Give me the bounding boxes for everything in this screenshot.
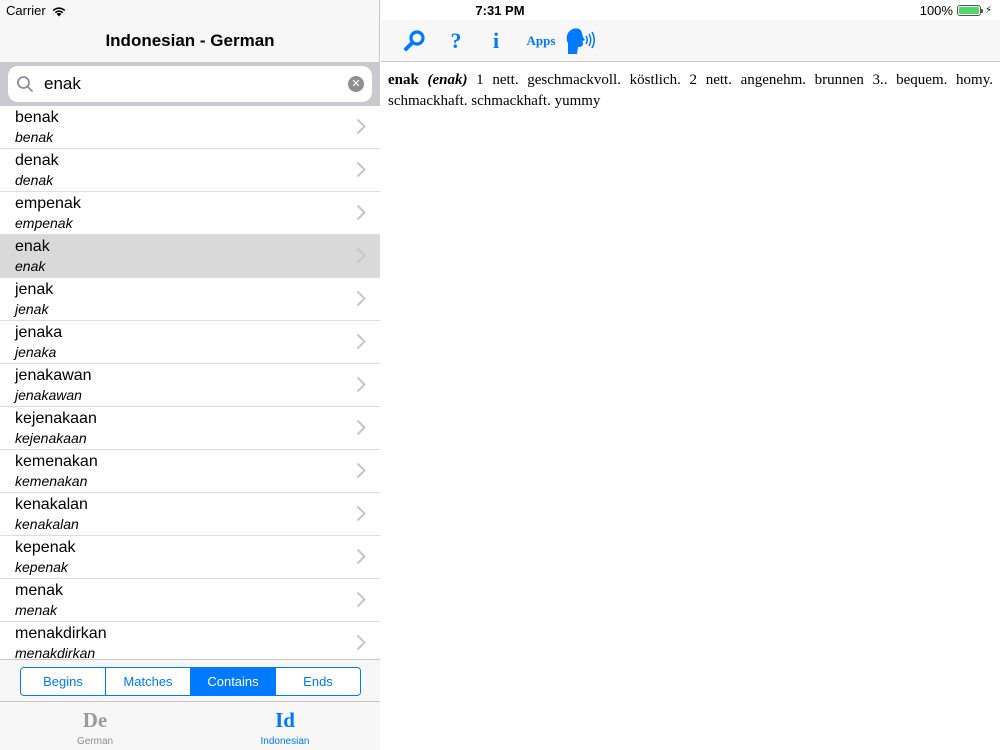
definition-text: enak (enak) 1 nett. geschmackvoll. köstl… (388, 70, 993, 112)
result-term: menak (15, 582, 64, 599)
definition-pronunciation: (enak) (427, 72, 468, 88)
result-subtitle: kejenakaan (15, 430, 87, 446)
result-row[interactable]: menakdirkan menakdirkan (0, 622, 380, 659)
segment-matches[interactable]: Matches (106, 668, 191, 695)
result-subtitle: kemenakan (15, 473, 88, 489)
definition-body: 1 nett. geschmackvoll. köstlich. 2 nett.… (388, 72, 993, 109)
segment-contains[interactable]: Contains (191, 668, 276, 695)
segment-ends[interactable]: Ends (276, 668, 360, 695)
status-bar: Carrier 7:31 PM 100% ⚡ (0, 0, 1000, 20)
result-row[interactable]: menak menak (0, 579, 380, 622)
result-term: jenaka (15, 324, 63, 341)
tab-indonesian[interactable]: Id Indonesian (190, 702, 380, 750)
search-bar: ✕ (0, 62, 380, 106)
result-subtitle: menak (15, 602, 58, 618)
detail-pane: ? i Apps enak (enak) 1 nett. geschmackvo… (381, 0, 1000, 750)
clear-search-icon[interactable]: ✕ (348, 76, 364, 92)
result-term: empenak (15, 195, 81, 212)
result-row[interactable]: empenak empenak (0, 192, 380, 235)
chevron-right-icon (356, 505, 366, 522)
result-subtitle: menakdirkan (15, 645, 96, 659)
result-term: jenak (15, 281, 54, 298)
search-icon (404, 30, 425, 51)
chevron-right-icon (356, 591, 366, 608)
tab-label: Indonesian (260, 736, 310, 747)
battery-percent: 100% (919, 3, 953, 18)
status-time: 7:31 PM (475, 3, 525, 18)
search-button[interactable] (401, 20, 429, 62)
tab-indonesian-icon: Id (275, 708, 295, 732)
sidebar: Indonesian - German ✕ benakbenakdenakden… (0, 0, 380, 750)
chevron-right-icon (356, 376, 366, 393)
result-row[interactable]: kemenakan kemenakan (0, 450, 380, 493)
result-row[interactable]: kenakalan kenakalan (0, 493, 380, 536)
result-term: kepenak (15, 539, 76, 556)
tab-german[interactable]: De German (0, 702, 190, 750)
result-row[interactable]: benak benak (0, 106, 380, 149)
apps-button[interactable]: Apps (521, 20, 561, 62)
chevron-right-icon (356, 118, 366, 135)
charging-icon: ⚡ (984, 5, 992, 16)
result-row[interactable]: enak enak (0, 235, 380, 278)
sidebar-title: Indonesian - German (105, 31, 275, 50)
result-term: benak (15, 109, 59, 126)
result-subtitle: jenaka (15, 344, 57, 360)
chevron-right-icon (356, 161, 366, 178)
chevron-right-icon (356, 333, 366, 350)
chevron-right-icon (356, 290, 366, 307)
battery-icon (956, 5, 983, 16)
language-tab-bar: De German Id Indonesian (0, 701, 380, 750)
result-row[interactable]: kepenak kepenak (0, 536, 380, 579)
definition-headword: enak (388, 72, 419, 88)
speak-button[interactable] (563, 20, 597, 62)
result-subtitle: kenakalan (15, 516, 79, 532)
result-term: jenakawan (15, 367, 92, 384)
search-icon (17, 76, 33, 92)
chevron-right-icon (356, 548, 366, 565)
battery-fill (958, 7, 979, 14)
search-box[interactable]: ✕ (8, 66, 372, 102)
result-subtitle: empenak (15, 215, 73, 231)
chevron-right-icon (356, 634, 366, 651)
search-input[interactable] (42, 73, 348, 95)
result-term: kemenakan (15, 453, 98, 470)
chevron-right-icon (356, 419, 366, 436)
result-subtitle: enak (15, 258, 46, 274)
info-button[interactable]: i (487, 20, 505, 62)
result-term: kejenakaan (15, 410, 97, 427)
tab-label: German (76, 736, 114, 747)
speak-icon (566, 28, 595, 54)
chevron-right-icon (356, 204, 366, 221)
segment-begins[interactable]: Begins (21, 668, 106, 695)
result-term: enak (15, 238, 50, 255)
chevron-right-icon (356, 247, 366, 264)
detail-toolbar: ? i Apps (381, 20, 1000, 62)
result-row[interactable]: jenak jenak (0, 278, 380, 321)
result-term: menakdirkan (15, 625, 107, 642)
result-subtitle: jenak (15, 301, 49, 317)
search-mode-bar: Begins Matches Contains Ends (0, 659, 380, 701)
result-row[interactable]: jenakawan jenakawan (0, 364, 380, 407)
result-term: denak (15, 152, 59, 169)
result-term: kenakalan (15, 496, 88, 513)
tab-german-icon: De (82, 708, 108, 732)
help-button[interactable]: ? (445, 20, 467, 62)
result-row[interactable]: denak denak (0, 149, 380, 192)
status-right: 100% ⚡ (920, 3, 992, 18)
result-subtitle: jenakawan (15, 387, 82, 403)
result-subtitle: kepenak (15, 559, 68, 575)
result-subtitle: benak (15, 129, 54, 145)
results-list: benak benak denak denak empenak empenak enak en… (0, 106, 380, 659)
result-row[interactable]: jenaka jenaka (0, 321, 380, 364)
chevron-right-icon (356, 462, 366, 479)
result-subtitle: denak (15, 172, 54, 188)
search-mode-control: Begins Matches Contains Ends (20, 667, 361, 696)
result-row[interactable]: kejenakaan kejenakaan (0, 407, 380, 450)
